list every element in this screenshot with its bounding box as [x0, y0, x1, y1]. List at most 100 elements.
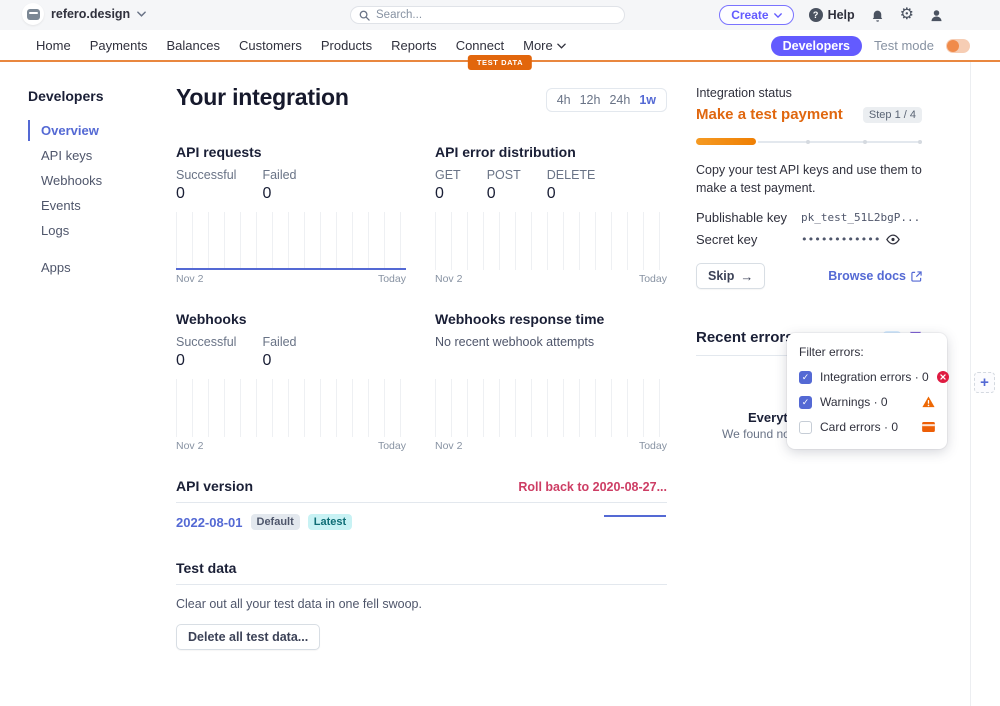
stat-value: 0: [262, 352, 296, 370]
eye-icon[interactable]: [886, 234, 900, 245]
error-circle-icon: [937, 371, 949, 383]
divider: [176, 584, 667, 585]
filter-option-warnings[interactable]: ✓ Warnings · 0: [799, 395, 935, 409]
api-error-distribution-card: API error distribution GET 0 POST 0 DELE…: [435, 144, 667, 285]
api-version-link[interactable]: 2022-08-01: [176, 515, 243, 530]
chevron-down-icon: [137, 11, 146, 17]
nav-item-balances[interactable]: Balances: [167, 38, 220, 53]
webhooks-response-time-card: Webhooks response time No recent webhook…: [435, 311, 667, 452]
stat-value: 0: [487, 185, 521, 203]
search-placeholder: Search...: [376, 9, 422, 21]
gear-icon[interactable]: ⚙: [900, 7, 914, 23]
sidebar-item-events[interactable]: Events: [28, 195, 158, 216]
latest-badge: Latest: [308, 514, 352, 530]
arrow-right-icon: →: [740, 270, 753, 283]
test-mode-toggle[interactable]: [946, 39, 970, 53]
filter-option-card-errors[interactable]: Card errors · 0: [799, 420, 935, 434]
test-data-description: Clear out all your test data in one fell…: [176, 597, 667, 611]
card-title: Webhooks response time: [435, 311, 667, 327]
progress-track: [758, 141, 922, 143]
api-version-section: API version Roll back to 2020-08-27... 2…: [176, 478, 667, 530]
question-circle-icon: ?: [809, 8, 823, 22]
add-annotation-button[interactable]: +: [974, 372, 995, 393]
card-title: API requests: [176, 144, 406, 160]
checkbox[interactable]: ✓: [799, 371, 812, 384]
filter-option-label: Warnings · 0: [820, 395, 888, 409]
stat-label: Successful: [176, 335, 236, 349]
skip-button[interactable]: Skip →: [696, 263, 765, 289]
section-title: Test data: [176, 560, 236, 576]
stat-label: POST: [487, 168, 521, 182]
progress-dot: [918, 140, 922, 144]
test-mode-label: Test mode: [874, 38, 934, 53]
top-bar: refero.design Search... Create ? Help ⚙: [0, 0, 1000, 30]
publishable-key-value[interactable]: pk_test_51L2bgP...: [801, 211, 920, 224]
progress-bar: [696, 138, 922, 146]
chevron-down-icon: [557, 43, 566, 49]
developers-pill-button[interactable]: Developers: [771, 36, 862, 56]
test-data-badge: TEST DATA: [468, 55, 532, 70]
sidebar-item-apps[interactable]: Apps: [28, 257, 158, 278]
step-title: Make a test payment: [696, 106, 843, 123]
stat-successful: Successful 0: [176, 168, 236, 210]
chart-end-label: Today: [639, 440, 667, 452]
range-24h[interactable]: 24h: [609, 93, 630, 107]
section-title: API version: [176, 478, 253, 494]
divider: [176, 502, 667, 503]
nav-item-customers[interactable]: Customers: [239, 38, 302, 53]
sidebar-item-logs[interactable]: Logs: [28, 220, 158, 241]
delete-test-data-button[interactable]: Delete all test data...: [176, 624, 320, 650]
card-title: API error distribution: [435, 144, 667, 160]
sidebar-item-webhooks[interactable]: Webhooks: [28, 170, 158, 191]
chart-end-label: Today: [378, 440, 406, 452]
chart-end-label: Today: [378, 273, 406, 285]
sidebar-item-api-keys[interactable]: API keys: [28, 145, 158, 166]
user-icon[interactable]: [929, 8, 944, 23]
chart-end-label: Today: [639, 273, 667, 285]
create-button[interactable]: Create: [719, 5, 793, 25]
toggle-knob: [947, 40, 959, 52]
selection-underline: [604, 515, 666, 517]
nav-item-payments[interactable]: Payments: [90, 38, 148, 53]
filter-popup-title: Filter errors:: [799, 345, 935, 359]
webhooks-response-time-chart: [435, 379, 667, 437]
browse-docs-link[interactable]: Browse docs: [828, 269, 922, 283]
card-title: Webhooks: [176, 311, 406, 327]
stat-value: 0: [435, 185, 461, 203]
stat-failed: Failed 0: [262, 168, 296, 210]
range-1w[interactable]: 1w: [639, 93, 656, 107]
stat-value: 0: [547, 185, 596, 203]
filter-option-integration-errors[interactable]: ✓ Integration errors · 0: [799, 370, 935, 384]
browse-docs-label: Browse docs: [828, 269, 906, 283]
content-right-divider: [970, 62, 971, 706]
sidebar-item-overview[interactable]: Overview: [28, 120, 158, 141]
dashboard-screen: refero.design Search... Create ? Help ⚙ …: [0, 0, 1000, 706]
integration-description: Copy your test API keys and use them to …: [696, 161, 922, 197]
search-icon: [359, 10, 370, 21]
publishable-key-label: Publishable key: [696, 210, 801, 225]
api-requests-chart: [176, 212, 406, 270]
chart-start-label: Nov 2: [435, 440, 462, 452]
stat-get: GET 0: [435, 168, 461, 210]
account-switcher[interactable]: refero.design: [22, 3, 146, 25]
checkbox[interactable]: ✓: [799, 396, 812, 409]
chart-start-label: Nov 2: [176, 440, 203, 452]
rollback-link[interactable]: Roll back to 2020-08-27...: [518, 480, 667, 494]
progress-fill: [696, 138, 756, 145]
filter-errors-popup: Filter errors: ✓ Integration errors · 0 …: [787, 333, 947, 449]
nav-item-connect[interactable]: Connect: [456, 38, 504, 53]
bell-icon[interactable]: [870, 7, 885, 23]
range-4h[interactable]: 4h: [557, 93, 571, 107]
nav-item-home[interactable]: Home: [36, 38, 71, 53]
stat-label: Successful: [176, 168, 236, 182]
empty-note: No recent webhook attempts: [435, 335, 594, 377]
checkbox[interactable]: [799, 421, 812, 434]
filter-option-label: Card errors · 0: [820, 420, 898, 434]
range-12h[interactable]: 12h: [580, 93, 601, 107]
nav-item-reports[interactable]: Reports: [391, 38, 437, 53]
search-input[interactable]: Search...: [350, 6, 625, 24]
nav-item-more[interactable]: More: [523, 38, 566, 53]
help-button[interactable]: ? Help: [809, 8, 855, 22]
nav-item-products[interactable]: Products: [321, 38, 372, 53]
chart-start-label: Nov 2: [176, 273, 203, 285]
